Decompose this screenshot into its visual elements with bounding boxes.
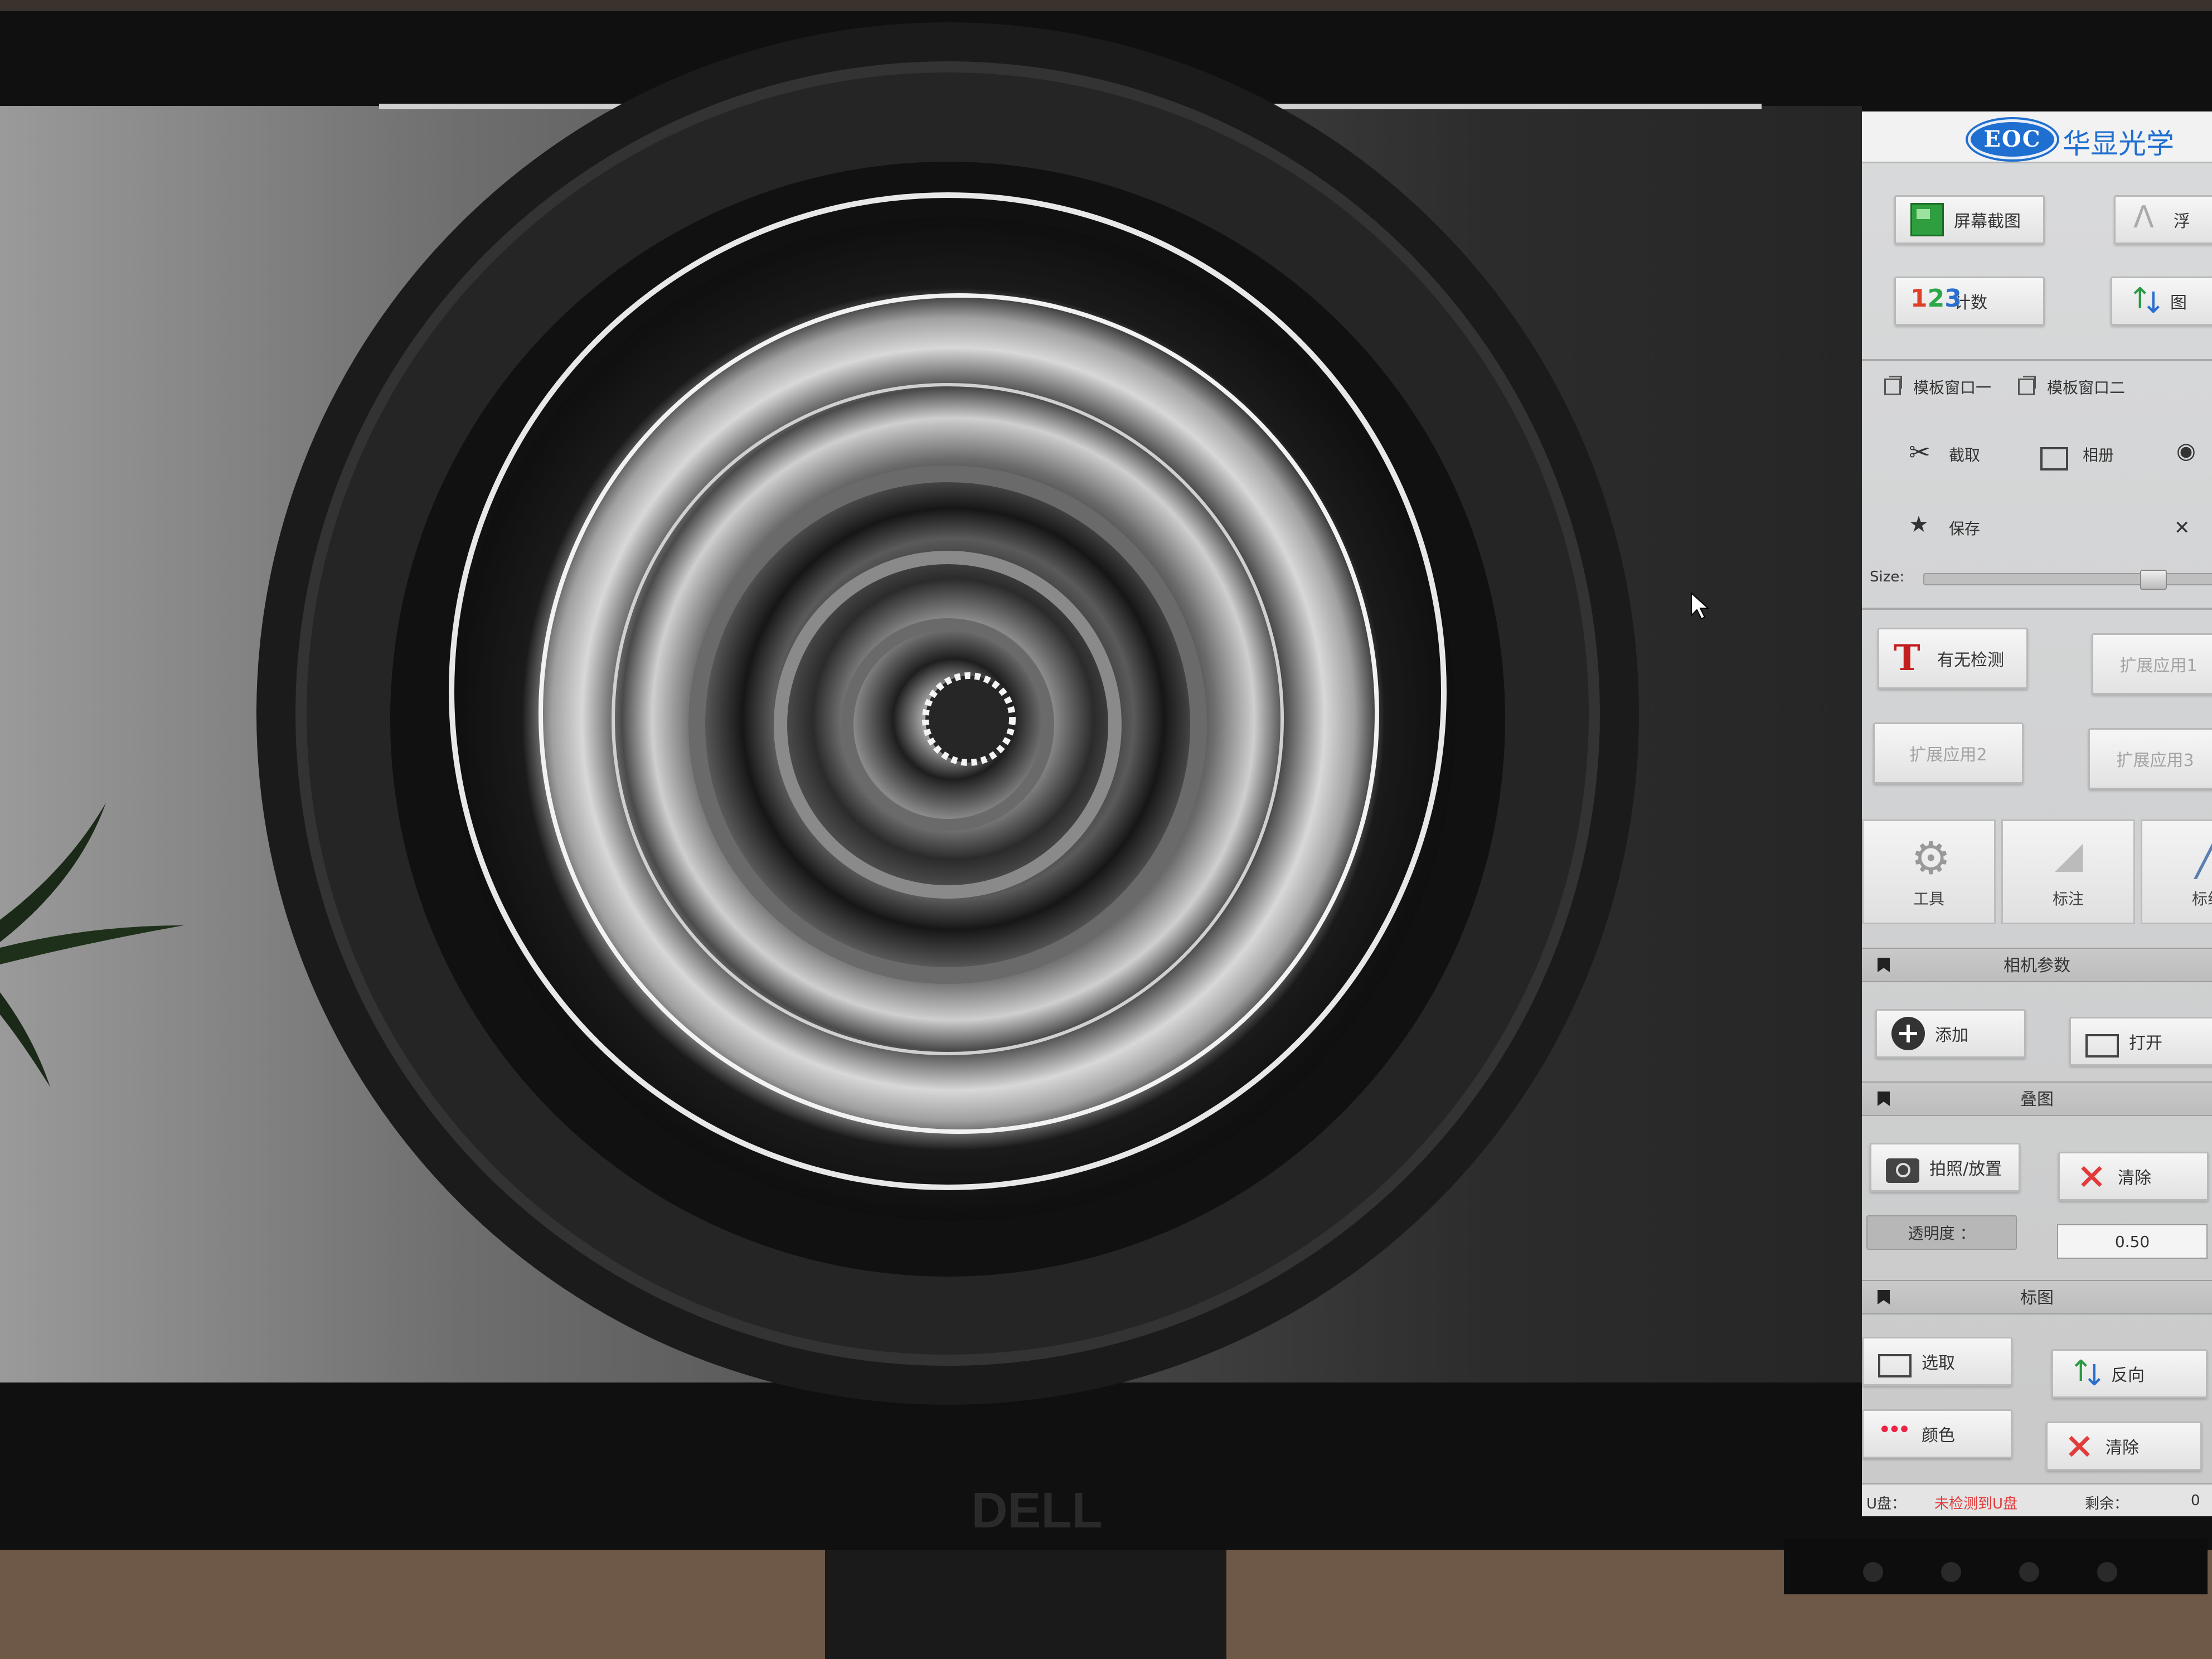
- capture-place-button[interactable]: 拍照/放置: [1870, 1143, 2020, 1192]
- screenshot-icon: [1910, 203, 1944, 236]
- reverse-icon: [2068, 1355, 2107, 1393]
- color-icon: [1878, 1417, 1912, 1451]
- eoc-logo: EOC: [1968, 119, 2057, 159]
- camera-params-header[interactable]: 相机参数: [1862, 948, 2212, 982]
- tab-template-1[interactable]: 模板窗口一: [1884, 368, 1991, 406]
- usb-status: 未检测到U盘: [1934, 1496, 2018, 1512]
- count-button[interactable]: 123 计数: [1894, 276, 2045, 326]
- mark-line-tile[interactable]: 标线: [2141, 819, 2212, 924]
- select-icon: [1878, 1354, 1912, 1377]
- gear-icon: [1911, 832, 1956, 884]
- mark-clear-button[interactable]: 清除: [2046, 1422, 2202, 1471]
- save-icon: [1907, 512, 1934, 542]
- ext-app-3-button[interactable]: 扩展应用3: [2088, 728, 2212, 789]
- opacity-label: 透明度 ：: [1866, 1215, 2017, 1250]
- clear-icon: [2074, 1160, 2108, 1193]
- mark-line-icon: [2190, 833, 2212, 882]
- flip-button[interactable]: 图: [2111, 276, 2212, 326]
- annotate-tile[interactable]: 标注: [2001, 819, 2135, 924]
- album-icon: [2040, 447, 2068, 470]
- opacity-input[interactable]: 0.50: [2057, 1224, 2208, 1259]
- brand-header: EOC 华显光学: [1862, 111, 2212, 163]
- add-icon: [1891, 1017, 1925, 1050]
- divider: [1862, 359, 2212, 361]
- peak-icon: [2130, 200, 2164, 236]
- tools-tile[interactable]: 工具: [1862, 819, 1996, 924]
- size-slider-thumb[interactable]: [2140, 570, 2167, 590]
- select-button[interactable]: 选取: [1862, 1337, 2012, 1386]
- brand-name: 华显光学: [2063, 128, 2174, 160]
- pin-icon: [1878, 1092, 1890, 1106]
- preview-toggle[interactable]: [2174, 435, 2212, 474]
- ext-app-2-button[interactable]: 扩展应用2: [1873, 722, 2024, 784]
- capture-button[interactable]: 截取: [1907, 435, 1980, 474]
- pin-icon: [1878, 958, 1890, 972]
- remain-value: 0: [2191, 1492, 2200, 1509]
- text-detect-icon: T: [1894, 637, 1920, 679]
- monitor-brand: DELL: [972, 1483, 1103, 1539]
- overlay-header[interactable]: 叠图: [1862, 1081, 2212, 1116]
- camera-icon: [1886, 1158, 1919, 1183]
- float-button[interactable]: 浮: [2114, 195, 2212, 244]
- overlay-clear-button[interactable]: 清除: [2058, 1152, 2209, 1201]
- add-button[interactable]: 添加: [1875, 1009, 2026, 1058]
- flip-icon: [2127, 282, 2166, 320]
- size-slider[interactable]: [1923, 570, 2212, 590]
- usb-label: U盘：: [1866, 1496, 1907, 1512]
- open-button[interactable]: 打开: [2069, 1017, 2212, 1066]
- window-icon: [1884, 376, 1902, 395]
- color-button[interactable]: 颜色: [1862, 1409, 2012, 1458]
- open-icon: [2085, 1034, 2119, 1058]
- presence-detect-button[interactable]: T 有无检测: [1878, 628, 2028, 689]
- album-button[interactable]: 相册: [2040, 435, 2114, 474]
- clear-icon: [2062, 1429, 2095, 1463]
- pin-icon: [1878, 1290, 1890, 1304]
- eye-icon: [2174, 438, 2202, 468]
- window-icon: [2018, 376, 2036, 395]
- count-icon: 123: [1910, 284, 1962, 313]
- reverse-button[interactable]: 反向: [2051, 1349, 2208, 1398]
- screenshot-button[interactable]: 屏幕截图: [1894, 195, 2045, 244]
- control-panel: EOC 华显光学 屏幕截图 浮 123 计数 图 模板窗口一 模板窗口二 截取 …: [1862, 111, 2212, 1516]
- divider: [1862, 608, 2212, 610]
- close-icon: ✕: [2174, 517, 2190, 539]
- lens-center: [922, 672, 1016, 766]
- status-bar: U盘： 未检测到U盘 剩余： 0: [1862, 1483, 2212, 1516]
- annotate-icon: [2050, 833, 2095, 882]
- save-button[interactable]: 保存: [1907, 508, 1980, 547]
- size-label: Size:: [1870, 569, 1905, 585]
- tab-template-2[interactable]: 模板窗口二: [2018, 368, 2125, 406]
- close-button[interactable]: ✕: [2174, 508, 2190, 547]
- mark-image-header[interactable]: 标图: [1862, 1280, 2212, 1314]
- remain-label: 剩余：: [2085, 1496, 2129, 1512]
- ext-app-1-button[interactable]: 扩展应用1: [2092, 633, 2212, 695]
- scissors-icon: [1907, 437, 1934, 468]
